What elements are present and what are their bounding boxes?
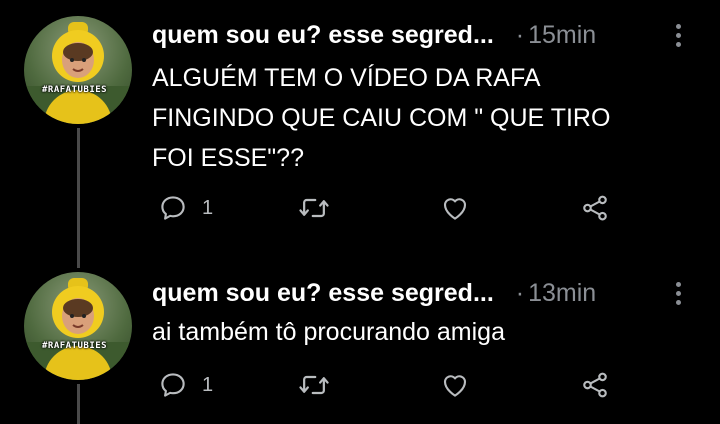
tweet[interactable]: #RAFATUBIES quem sou eu? esse segred... …: [0, 0, 720, 268]
avatar-watermark: #RAFATUBIES: [42, 85, 108, 95]
tweet-text: ai também tô procurando amiga: [152, 312, 680, 352]
action-bar: 1: [152, 368, 632, 402]
tweet-text-line: ai também tô procurando amiga: [152, 318, 505, 346]
retweet-icon: [299, 375, 329, 395]
like-icon: [443, 198, 467, 220]
tweet[interactable]: #RAFATUBIES quem sou eu? esse segred... …: [0, 258, 720, 424]
like-button[interactable]: [440, 368, 470, 402]
tweet-text: ALGUÉM TEM O VÍDEO DA RAFA FINGINDO QUE …: [152, 58, 680, 178]
share-button[interactable]: [580, 368, 610, 402]
avatar-image: [24, 22, 132, 124]
tweet-text-line: FINGINDO QUE CAIU COM " QUE TIRO: [152, 104, 611, 132]
reply-count: 1: [202, 373, 214, 396]
tweet-header: quem sou eu? esse segred... · 13min: [152, 276, 700, 310]
separator-dot: ·: [515, 20, 525, 49]
retweet-button[interactable]: [298, 368, 330, 402]
avatar[interactable]: #RAFATUBIES: [24, 272, 132, 380]
tweet-text-line: FOI ESSE"??: [152, 144, 304, 172]
reply-count: 1: [202, 196, 214, 219]
share-icon: [583, 372, 607, 398]
tweet-text-line: ALGUÉM TEM O VÍDEO DA RAFA: [152, 64, 541, 92]
share-icon: [583, 195, 607, 221]
tweet-header: quem sou eu? esse segred... · 15min: [152, 18, 700, 52]
timestamp[interactable]: 15min: [528, 21, 596, 50]
reply-icon: [161, 373, 185, 397]
like-icon: [443, 375, 467, 397]
reply-button[interactable]: 1: [158, 368, 213, 402]
avatar-watermark: #RAFATUBIES: [42, 341, 108, 351]
more-icon[interactable]: [672, 20, 684, 50]
retweet-icon: [299, 198, 329, 218]
reply-button[interactable]: 1: [158, 191, 213, 225]
separator-dot: ·: [515, 278, 525, 307]
like-button[interactable]: [440, 191, 470, 225]
more-icon[interactable]: [672, 278, 684, 308]
share-button[interactable]: [580, 191, 610, 225]
retweet-button[interactable]: [298, 191, 330, 225]
action-bar: 1: [152, 191, 632, 225]
author-name[interactable]: quem sou eu? esse segred...: [152, 21, 494, 50]
thread-connector: [77, 384, 80, 424]
avatar-image: [24, 278, 132, 380]
timestamp[interactable]: 13min: [528, 279, 596, 308]
thread-connector: [77, 128, 80, 268]
author-name[interactable]: quem sou eu? esse segred...: [152, 279, 494, 308]
avatar[interactable]: #RAFATUBIES: [24, 16, 132, 124]
reply-icon: [161, 196, 185, 220]
